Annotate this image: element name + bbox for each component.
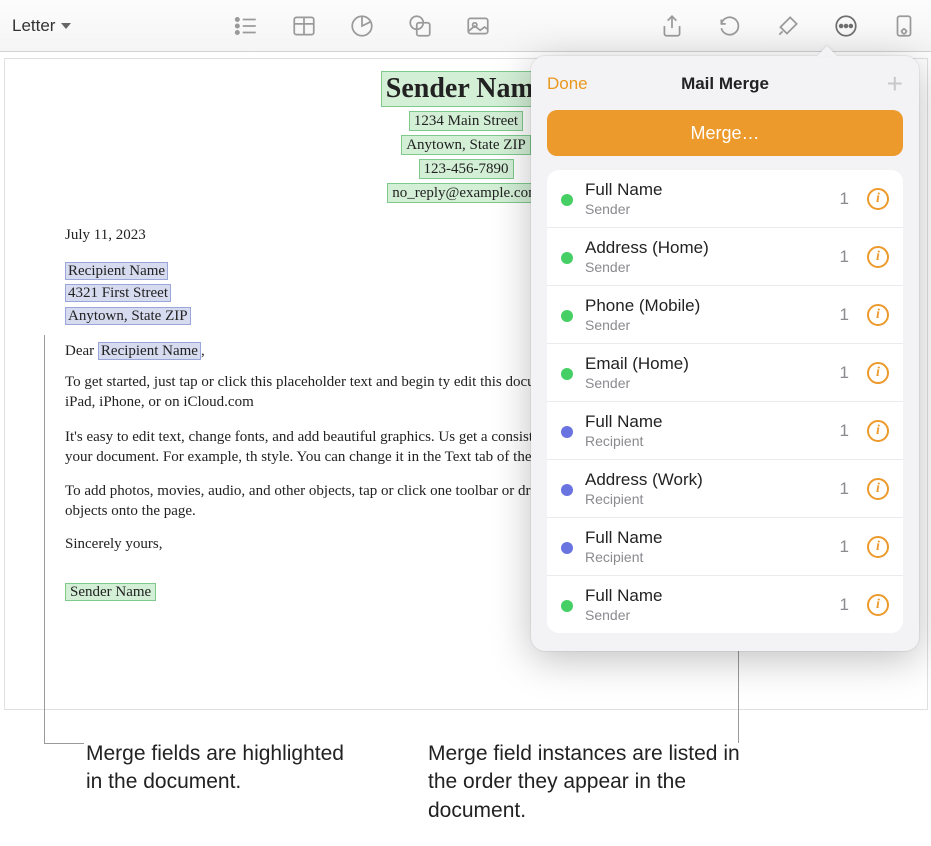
mail-merge-popover: Done Mail Merge + Merge… Full NameSender…: [531, 56, 919, 651]
info-icon[interactable]: i: [867, 478, 889, 500]
field-source: Sender: [585, 317, 828, 333]
field-count: 1: [840, 247, 849, 267]
callouts: Merge fields are highlighted in the docu…: [0, 712, 931, 842]
bullet-list-icon[interactable]: [231, 11, 261, 41]
toolbar: Letter: [0, 0, 931, 52]
field-name: Full Name: [585, 412, 828, 432]
status-dot: [561, 310, 573, 322]
info-icon[interactable]: i: [867, 188, 889, 210]
field-name: Address (Home): [585, 238, 828, 258]
merge-field-row[interactable]: Full NameSender 1i: [547, 576, 903, 633]
info-icon[interactable]: i: [867, 304, 889, 326]
sender-street-field[interactable]: 1234 Main Street: [409, 111, 523, 131]
status-dot: [561, 194, 573, 206]
field-source: Sender: [585, 375, 828, 391]
status-dot: [561, 426, 573, 438]
recipient-street-field[interactable]: 4321 First Street: [65, 284, 171, 302]
insert-group: [231, 11, 493, 41]
field-name: Phone (Mobile): [585, 296, 828, 316]
popover-title: Mail Merge: [547, 74, 903, 94]
field-text: Address (Work)Recipient: [585, 470, 828, 507]
more-icon[interactable]: [831, 11, 861, 41]
field-count: 1: [840, 305, 849, 325]
field-source: Sender: [585, 259, 828, 275]
share-icon[interactable]: [657, 11, 687, 41]
field-source: Recipient: [585, 549, 828, 565]
recipient-name-field[interactable]: Recipient Name: [65, 262, 168, 280]
field-text: Full NameSender: [585, 586, 828, 623]
field-count: 1: [840, 479, 849, 499]
status-dot: [561, 600, 573, 612]
paragraph-style-select[interactable]: Letter: [12, 16, 71, 36]
merge-field-row[interactable]: Phone (Mobile)Sender 1i: [547, 286, 903, 344]
field-text: Full NameSender: [585, 180, 828, 217]
salutation-prefix: Dear: [65, 343, 98, 359]
callout-left: Merge fields are highlighted in the docu…: [86, 740, 346, 797]
undo-icon[interactable]: [715, 11, 745, 41]
field-name: Email (Home): [585, 354, 828, 374]
callout-leader-left: [44, 335, 45, 743]
merge-field-row[interactable]: Address (Work)Recipient 1i: [547, 460, 903, 518]
field-count: 1: [840, 421, 849, 441]
field-text: Phone (Mobile)Sender: [585, 296, 828, 333]
salutation-name-field[interactable]: Recipient Name: [98, 342, 201, 360]
field-text: Full NameRecipient: [585, 528, 828, 565]
merge-button[interactable]: Merge…: [547, 110, 903, 156]
info-icon[interactable]: i: [867, 594, 889, 616]
table-icon[interactable]: [289, 11, 319, 41]
document-options-icon[interactable]: [889, 11, 919, 41]
field-name: Address (Work): [585, 470, 828, 490]
chevron-down-icon: [61, 23, 71, 29]
shape-icon[interactable]: [405, 11, 435, 41]
field-name: Full Name: [585, 180, 828, 200]
salutation-suffix: ,: [201, 343, 205, 359]
merge-field-row[interactable]: Full NameSender 1i: [547, 170, 903, 228]
merge-field-row[interactable]: Address (Home)Sender 1i: [547, 228, 903, 286]
field-source: Recipient: [585, 433, 828, 449]
field-source: Sender: [585, 201, 828, 217]
field-name: Full Name: [585, 586, 828, 606]
sender-phone-field[interactable]: 123-456-7890: [419, 159, 514, 179]
callout-right: Merge field instances are listed in the …: [428, 740, 748, 825]
add-field-button[interactable]: +: [887, 74, 903, 94]
media-icon[interactable]: [463, 11, 493, 41]
info-icon[interactable]: i: [867, 246, 889, 268]
field-count: 1: [840, 537, 849, 557]
status-dot: [561, 252, 573, 264]
field-count: 1: [840, 189, 849, 209]
status-dot: [561, 368, 573, 380]
field-text: Address (Home)Sender: [585, 238, 828, 275]
merge-field-row[interactable]: Email (Home)Sender 1i: [547, 344, 903, 402]
field-source: Recipient: [585, 491, 828, 507]
sender-name-field[interactable]: Sender Name: [381, 71, 551, 107]
status-dot: [561, 484, 573, 496]
signature-field[interactable]: Sender Name: [65, 583, 156, 601]
field-count: 1: [840, 595, 849, 615]
info-icon[interactable]: i: [867, 362, 889, 384]
status-dot: [561, 542, 573, 554]
info-icon[interactable]: i: [867, 420, 889, 442]
action-group: [657, 11, 919, 41]
merge-field-row[interactable]: Full NameRecipient 1i: [547, 518, 903, 576]
merge-field-list: Full NameSender1iAddress (Home)Sender1iP…: [547, 170, 903, 633]
info-icon[interactable]: i: [867, 536, 889, 558]
chart-icon[interactable]: [347, 11, 377, 41]
merge-field-row[interactable]: Full NameRecipient 1i: [547, 402, 903, 460]
format-brush-icon[interactable]: [773, 11, 803, 41]
sender-citystate-field[interactable]: Anytown, State ZIP: [401, 135, 531, 155]
recipient-citystate-field[interactable]: Anytown, State ZIP: [65, 307, 191, 325]
field-source: Sender: [585, 607, 828, 623]
paragraph-style-label: Letter: [12, 16, 55, 36]
field-name: Full Name: [585, 528, 828, 548]
done-button[interactable]: Done: [547, 74, 588, 94]
sender-email-field[interactable]: no_reply@example.com: [387, 183, 545, 203]
field-count: 1: [840, 363, 849, 383]
field-text: Email (Home)Sender: [585, 354, 828, 391]
field-text: Full NameRecipient: [585, 412, 828, 449]
